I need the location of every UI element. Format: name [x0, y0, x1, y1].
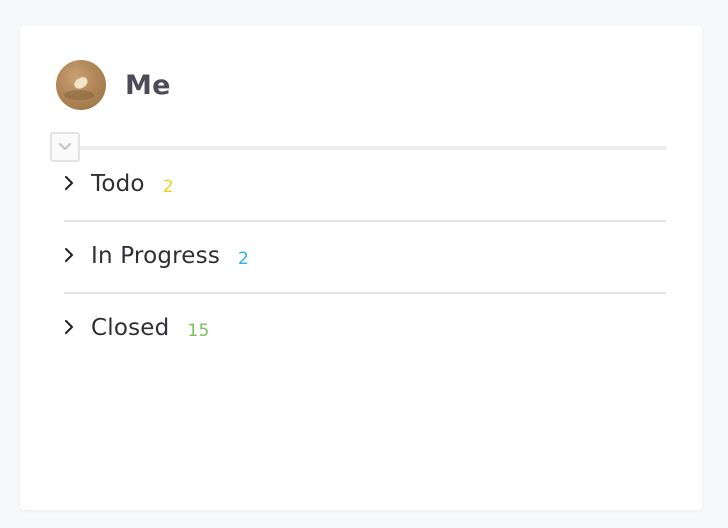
- group-label: Todo 2: [91, 171, 174, 197]
- group-label-text: Closed: [91, 315, 170, 341]
- group-label-text: In Progress: [91, 243, 221, 269]
- task-group-card: Me Todo 2 In Progress 2 Closed 15: [20, 26, 702, 510]
- chevron-right-icon[interactable]: [64, 248, 74, 262]
- group-count-badge: 2: [162, 177, 174, 197]
- group-label: In Progress 2: [91, 243, 249, 269]
- user-header: Me: [56, 60, 171, 110]
- group-list: Todo 2 In Progress 2 Closed 15: [64, 150, 666, 364]
- chevron-right-icon[interactable]: [64, 176, 74, 190]
- group-row-todo[interactable]: Todo 2: [64, 150, 666, 220]
- avatar[interactable]: [56, 60, 106, 110]
- group-count-badge: 2: [238, 249, 250, 269]
- group-label: Closed 15: [91, 315, 210, 341]
- group-count-badge: 15: [187, 321, 210, 341]
- user-name: Me: [125, 69, 171, 101]
- group-row-closed[interactable]: Closed 15: [64, 294, 666, 364]
- chevron-right-icon[interactable]: [64, 320, 74, 334]
- group-label-text: Todo: [91, 171, 145, 197]
- group-row-in-progress[interactable]: In Progress 2: [64, 222, 666, 292]
